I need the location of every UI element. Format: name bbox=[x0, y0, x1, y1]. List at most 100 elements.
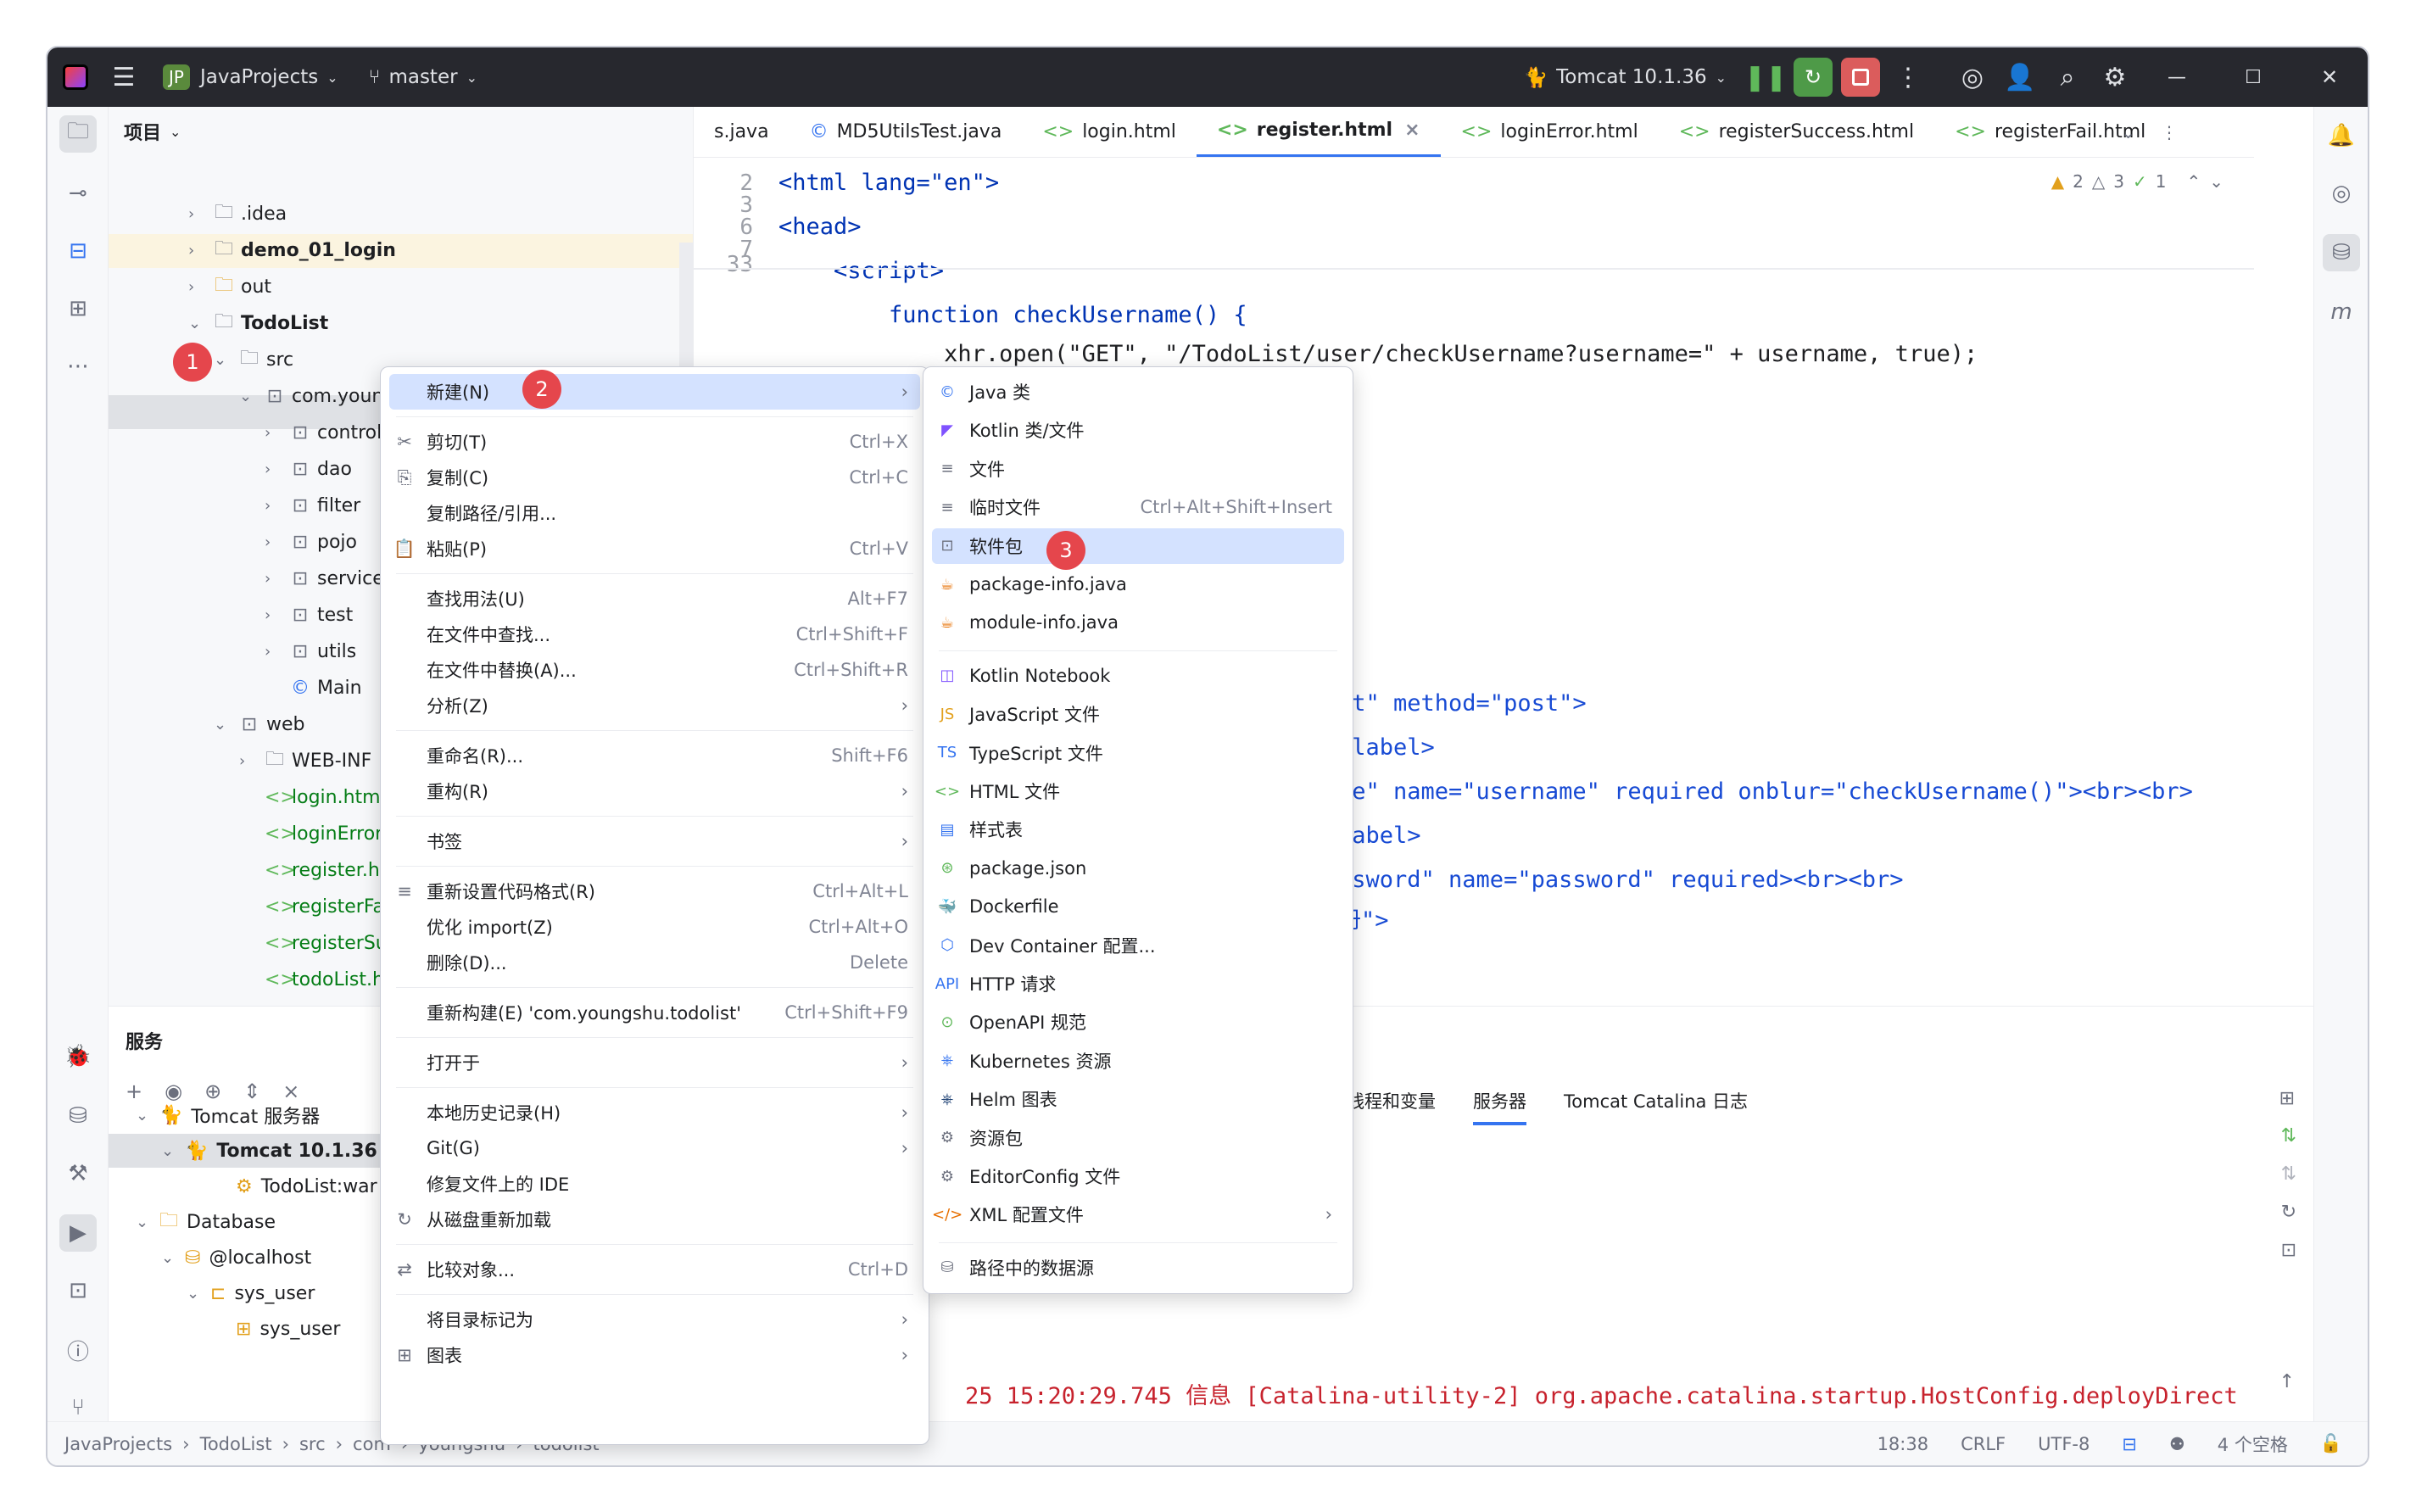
new-submenu-item[interactable]: ◫ Kotlin Notebook bbox=[932, 658, 1344, 694]
context-menu-item[interactable]: 本地历史记录(H) › bbox=[389, 1095, 920, 1130]
hierarchy-icon[interactable]: ⊞ bbox=[59, 290, 97, 327]
service-tree-item[interactable]: ⊞ sys_user bbox=[236, 1312, 340, 1346]
tree-item[interactable]: › ⊡ test bbox=[265, 598, 353, 632]
editor-tab[interactable]: <> loginError.html bbox=[1441, 107, 1659, 157]
new-submenu-item[interactable]: ≡ 文件 bbox=[932, 451, 1344, 487]
new-submenu-item[interactable]: <> HTML 文件 bbox=[932, 773, 1344, 809]
context-menu-item[interactable]: 将目录标记为 › bbox=[389, 1302, 920, 1337]
pause-icon[interactable]: ❚❚ bbox=[1742, 47, 1789, 107]
chevron-right-icon[interactable]: › bbox=[188, 278, 194, 296]
context-menu-item[interactable]: 重构(R) › bbox=[389, 773, 920, 809]
tabs-more-icon[interactable]: ⋮ bbox=[2161, 122, 2178, 142]
undeploy-icon[interactable]: ⇅ bbox=[2281, 1163, 2296, 1185]
tree-item[interactable]: ⌄ ⊡ web bbox=[214, 707, 305, 741]
structure-icon[interactable]: ⊟ bbox=[2122, 1434, 2137, 1454]
chevron-right-icon[interactable]: › bbox=[265, 460, 271, 478]
context-menu-item[interactable]: 查找用法(U) Alt+F7 bbox=[389, 581, 920, 617]
caret-position[interactable]: 18:38 bbox=[1878, 1434, 1929, 1454]
context-menu-item[interactable]: 修复文件上的 IDE bbox=[389, 1166, 920, 1202]
debug-icon[interactable]: 🐞 bbox=[59, 1038, 97, 1075]
context-menu-item[interactable]: 新建(N) › bbox=[389, 374, 920, 410]
chevron-right-icon[interactable]: › bbox=[188, 205, 194, 223]
file-encoding[interactable]: UTF-8 bbox=[2038, 1434, 2090, 1454]
chevron-right-icon[interactable]: › bbox=[265, 497, 271, 515]
tree-item[interactable]: › ⊡ service bbox=[265, 561, 384, 595]
context-menu-item[interactable]: ⊞ 图表 › bbox=[389, 1337, 920, 1373]
new-submenu-item[interactable]: ⊡ 软件包 bbox=[932, 527, 1344, 564]
lock-icon[interactable]: 🔓 bbox=[2320, 1433, 2342, 1454]
chevron-down-icon[interactable]: ⌄ bbox=[161, 1249, 174, 1267]
service-tree-item[interactable]: ⌄ 🗀 Database bbox=[136, 1205, 276, 1239]
settings-gear-icon[interactable]: ⚙ bbox=[2091, 47, 2139, 107]
editor-tab[interactable]: © MD5UtilsTest.java bbox=[790, 107, 1023, 157]
tree-item[interactable]: ⌄ 🗀 src bbox=[214, 343, 293, 377]
context-menu-item[interactable]: 重新构建(E) 'com.youngshu.todolist' Ctrl+Shif… bbox=[389, 995, 920, 1030]
tabs-dropdown-icon[interactable]: ⌄ bbox=[2121, 122, 2135, 142]
project-selector[interactable]: JP JavaProjects ⌄ bbox=[148, 47, 354, 107]
layout-icon[interactable]: ⊞ bbox=[2279, 1088, 2295, 1109]
new-submenu-item[interactable]: </> XML 配置文件 › bbox=[932, 1197, 1344, 1232]
problems-icon[interactable]: ⓘ bbox=[59, 1331, 97, 1369]
database-icon[interactable]: ⛁ bbox=[2323, 234, 2360, 271]
new-submenu-item[interactable]: ⊛ package.json bbox=[932, 851, 1344, 886]
new-submenu-item[interactable]: ≡ 临时文件 Ctrl+Alt+Shift+Insert bbox=[932, 489, 1344, 525]
database-icon[interactable]: ⛁ bbox=[59, 1097, 97, 1135]
maximize-icon[interactable]: ☐ bbox=[2215, 47, 2291, 107]
branch-selector[interactable]: ⑂ master ⌄ bbox=[354, 47, 493, 107]
new-submenu-item[interactable]: ◤ Kotlin 类/文件 bbox=[932, 412, 1344, 448]
new-submenu-item[interactable]: ☕ module-info.java bbox=[932, 605, 1344, 640]
context-menu-item[interactable]: ✂ 剪切(T) Ctrl+X bbox=[389, 424, 920, 460]
tree-item[interactable]: › ⊡ filter bbox=[265, 488, 360, 522]
new-submenu-item[interactable]: ⎈ Kubernetes 资源 bbox=[932, 1043, 1344, 1079]
notifications-icon[interactable]: 🔔 bbox=[2323, 117, 2360, 154]
context-menu-item[interactable]: 在文件中替换(A)... Ctrl+Shift+R bbox=[389, 652, 920, 688]
main-menu-icon[interactable]: ☰ bbox=[100, 47, 148, 107]
new-submenu-item[interactable]: ⎈ Helm 图表 bbox=[932, 1081, 1344, 1117]
editor-tab[interactable]: <> register.html × bbox=[1196, 107, 1441, 157]
terminal-icon[interactable]: ⊡ bbox=[59, 1272, 97, 1309]
refresh-icon[interactable]: ↻ bbox=[2281, 1202, 2296, 1223]
context-menu-item[interactable]: 书签 › bbox=[389, 823, 920, 859]
tree-item[interactable]: › 🗀 demo_01_login bbox=[188, 233, 396, 267]
stop-button[interactable] bbox=[1837, 47, 1884, 107]
service-tree-item[interactable]: ⌄ 🐈 Tomcat 服务器 bbox=[136, 1098, 320, 1132]
editor-tab[interactable]: s.java bbox=[694, 107, 790, 157]
new-submenu-item[interactable]: © Java 类 bbox=[932, 374, 1344, 410]
add-service-icon[interactable]: + bbox=[126, 1080, 142, 1103]
chevron-down-icon[interactable]: ⌄ bbox=[239, 388, 252, 405]
new-submenu-item[interactable]: ⚙ 资源包 bbox=[932, 1120, 1344, 1156]
chevron-down-icon[interactable]: ⌄ bbox=[136, 1107, 148, 1124]
editor-tab[interactable]: <> registerSuccess.html bbox=[1659, 107, 1934, 157]
breadcrumb-item[interactable]: src bbox=[299, 1434, 326, 1454]
build-icon[interactable]: ⚒ bbox=[59, 1155, 97, 1192]
breadcrumb-item[interactable]: JavaProjects bbox=[64, 1434, 172, 1454]
chevron-down-icon[interactable]: ⌄ bbox=[187, 1285, 199, 1303]
chevron-right-icon[interactable]: › bbox=[265, 643, 271, 661]
new-submenu-item[interactable]: ⬡ Dev Container 配置... bbox=[932, 928, 1344, 963]
context-menu-item[interactable]: 在文件中查找... Ctrl+Shift+F bbox=[389, 617, 920, 652]
ai-chat-icon[interactable]: ◎ bbox=[2323, 175, 2360, 212]
context-menu-item[interactable]: ↻ 从磁盘重新加载 bbox=[389, 1202, 920, 1237]
tree-item[interactable]: › ⊡ pojo bbox=[265, 525, 357, 559]
service-tree-item[interactable]: ⚙ TodoList:war bbox=[236, 1169, 377, 1203]
service-tree-item[interactable]: ⌄ ⊏ sys_user bbox=[187, 1276, 315, 1310]
chevron-down-icon[interactable]: ⌄ bbox=[161, 1142, 174, 1160]
minimize-icon[interactable]: — bbox=[2139, 47, 2215, 107]
chevron-right-icon[interactable]: › bbox=[265, 424, 271, 442]
tree-item[interactable]: <> login.html bbox=[265, 780, 386, 814]
services-tab[interactable]: 服务器 bbox=[1473, 1088, 1526, 1125]
tree-item[interactable]: © Main bbox=[290, 671, 362, 705]
tree-item[interactable]: › 🗀 .idea bbox=[188, 197, 287, 231]
run-config-selector[interactable]: 🐈 Tomcat 10.1.36 ⌄ bbox=[1508, 47, 1742, 107]
services-tab[interactable]: 线程和变量 bbox=[1347, 1088, 1436, 1125]
chevron-right-icon[interactable]: › bbox=[265, 533, 271, 551]
context-menu-item[interactable]: 优化 import(Z) Ctrl+Alt+O bbox=[389, 909, 920, 945]
context-menu-item[interactable]: Git(G) › bbox=[389, 1130, 920, 1166]
new-submenu-item[interactable]: ☕ package-info.java bbox=[932, 566, 1344, 602]
search-icon[interactable]: ⌕ bbox=[2044, 47, 2091, 107]
rerun-button[interactable]: ↻ bbox=[1789, 47, 1837, 107]
context-menu-item[interactable]: ⎘ 复制(C) Ctrl+C bbox=[389, 460, 920, 495]
tree-item[interactable]: › ⊡ utils bbox=[265, 634, 356, 668]
service-tree-item[interactable]: ⌄ ⛁ @localhost bbox=[161, 1241, 311, 1275]
breadcrumb-item[interactable]: TodoList bbox=[200, 1434, 272, 1454]
